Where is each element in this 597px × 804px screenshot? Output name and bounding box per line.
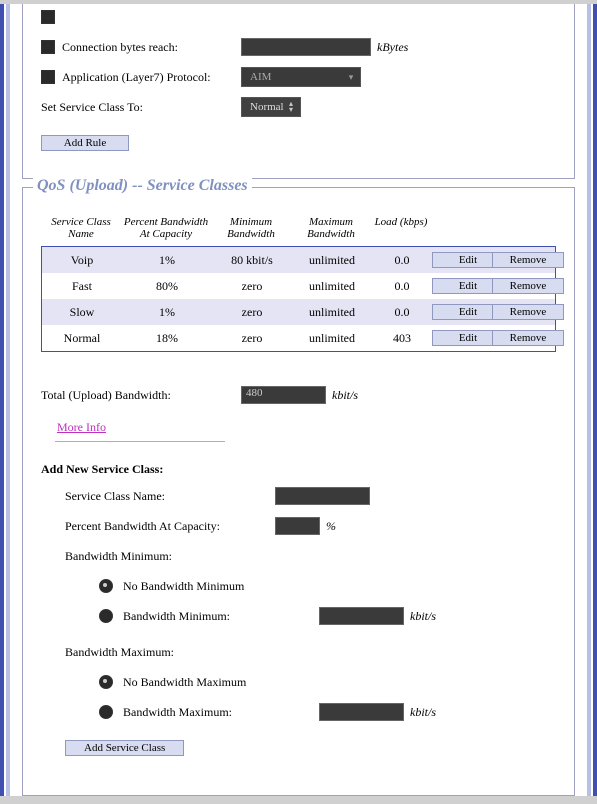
table-row: Voip 1% 80 kbit/s unlimited 0.0 Edit Rem… (42, 247, 555, 273)
transport-checkbox[interactable] (41, 10, 55, 24)
app-layer-select[interactable]: AIM ▾ (241, 67, 361, 87)
sc-name-label: Service Class Name: (65, 489, 165, 503)
conn-bytes-input[interactable] (241, 38, 371, 56)
remove-button[interactable]: Remove (492, 330, 564, 346)
app-layer-checkbox[interactable] (41, 70, 55, 84)
pct-bw-label: Percent Bandwidth At Capacity: (65, 519, 220, 533)
conn-bytes-label: Connection bytes reach: (62, 40, 178, 55)
no-min-radio[interactable] (99, 579, 113, 593)
conn-bytes-checkbox[interactable] (41, 40, 55, 54)
sc-name-input[interactable] (275, 487, 370, 505)
upload-legend: QoS (Upload) -- Service Classes (33, 177, 252, 195)
min-radio[interactable] (99, 609, 113, 623)
updown-icon: ▴▾ (286, 101, 296, 113)
max-radio[interactable] (99, 705, 113, 719)
app-layer-value: AIM (250, 71, 271, 83)
set-class-select[interactable]: Normal ▴▾ (241, 97, 301, 117)
app-layer-label: Application (Layer7) Protocol: (62, 70, 211, 85)
pct-unit: % (326, 519, 336, 534)
max-input-label: Bandwidth Maximum: (123, 705, 232, 720)
more-info-link[interactable]: More Info (57, 420, 106, 435)
no-max-label: No Bandwidth Maximum (123, 675, 246, 690)
add-service-class-button[interactable]: Add Service Class (65, 740, 184, 756)
service-class-table: Voip 1% 80 kbit/s unlimited 0.0 Edit Rem… (41, 246, 556, 352)
table-row: Normal 18% zero unlimited 403 Edit Remov… (42, 325, 555, 351)
add-rule-button[interactable]: Add Rule (41, 135, 129, 151)
max-input[interactable] (319, 703, 404, 721)
add-sc-heading: Add New Service Class: (41, 462, 556, 477)
set-class-value: Normal (250, 101, 284, 113)
remove-button[interactable]: Remove (492, 278, 564, 294)
chevron-down-icon: ▾ (346, 72, 356, 83)
set-class-label: Set Service Class To: (41, 100, 143, 115)
pct-bw-input[interactable] (275, 517, 320, 535)
min-unit: kbit/s (410, 609, 436, 624)
total-bw-input[interactable]: 480 (241, 386, 326, 404)
bw-min-heading: Bandwidth Minimum: (65, 549, 172, 564)
total-bw-unit: kbit/s (332, 388, 358, 403)
table-row: Fast 80% zero unlimited 0.0 Edit Remove (42, 273, 555, 299)
total-bw-label: Total (Upload) Bandwidth: (41, 388, 171, 402)
table-header: Service Class Name Percent Bandwidth At … (41, 212, 556, 246)
divider (55, 441, 225, 442)
remove-button[interactable]: Remove (492, 304, 564, 320)
bw-max-heading: Bandwidth Maximum: (65, 645, 174, 660)
conn-bytes-unit: kBytes (377, 40, 408, 55)
table-row: Slow 1% zero unlimited 0.0 Edit Remove (42, 299, 555, 325)
remove-button[interactable]: Remove (492, 252, 564, 268)
no-max-radio[interactable] (99, 675, 113, 689)
min-input[interactable] (319, 607, 404, 625)
no-min-label: No Bandwidth Minimum (123, 579, 244, 594)
max-unit: kbit/s (410, 705, 436, 720)
min-input-label: Bandwidth Minimum: (123, 609, 230, 624)
